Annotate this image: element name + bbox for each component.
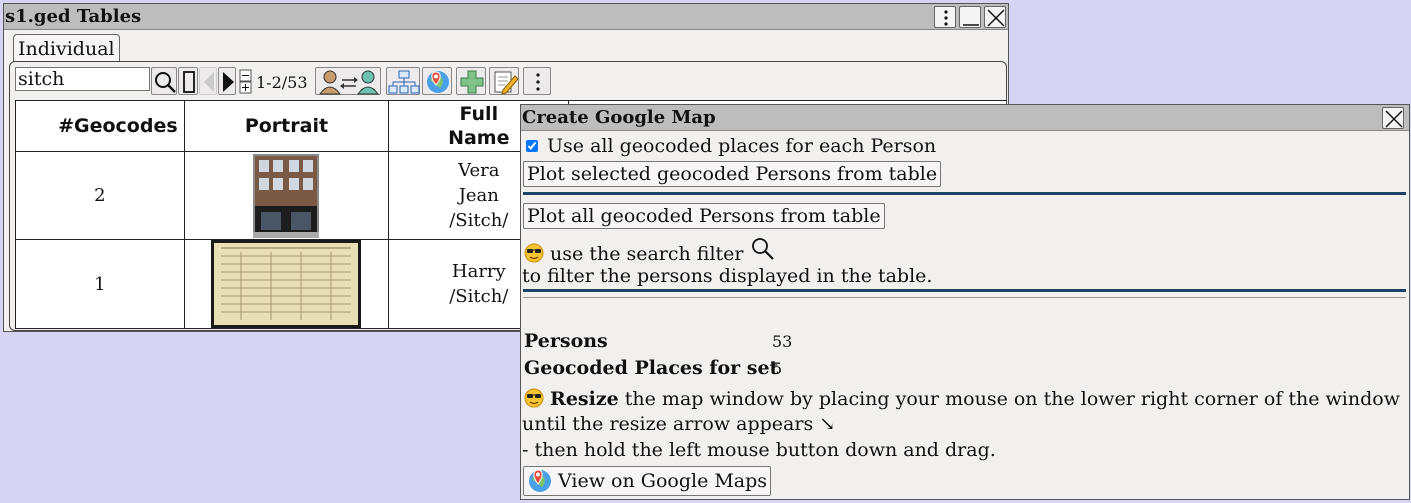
view-on-google-maps-button[interactable]: View on Google Maps	[523, 466, 772, 496]
add-icon	[460, 70, 484, 94]
search-icon	[751, 238, 774, 260]
previous-button[interactable]	[199, 67, 217, 95]
edit-icon	[494, 71, 519, 95]
dialog-titlebar[interactable]: Create Google Map	[521, 105, 1409, 131]
full-name-text: Harry /Sitch/	[449, 261, 509, 307]
house-photo-image	[253, 153, 320, 238]
separator	[523, 192, 1406, 195]
column-header-full-name-text: Full Name	[448, 103, 510, 149]
next-button[interactable]	[218, 67, 236, 95]
close-icon	[1385, 110, 1403, 128]
resize-hint-line-2: until the resize arrow appears ↘	[522, 413, 836, 435]
use-all-places-row: Use all geocoded places for each Person	[524, 135, 936, 157]
more-options-button[interactable]	[934, 6, 956, 28]
use-all-places-checkbox[interactable]	[526, 140, 538, 152]
dialog-close-button[interactable]	[1382, 107, 1404, 129]
close-icon	[987, 9, 1005, 27]
record-range: 1-2/53	[256, 73, 308, 92]
persons-value: 53	[772, 332, 793, 351]
window-title: s1.ged Tables	[5, 6, 142, 27]
resize-bold-text: Resize	[550, 388, 619, 410]
view-on-google-maps-label: View on Google Maps	[558, 470, 768, 492]
filter-hint-text: use the search filter	[550, 243, 744, 265]
full-name-text: Vera Jean /Sitch/	[449, 160, 509, 231]
edit-button[interactable]	[489, 67, 519, 95]
cool-emoji-icon	[524, 388, 544, 408]
prev-icon	[204, 72, 214, 92]
window-titlebar[interactable]: s1.ged Tables	[4, 4, 1008, 30]
portrait-cell	[183, 151, 390, 240]
plot-selected-button[interactable]: Plot selected geocoded Persons from tabl…	[523, 161, 942, 187]
resize-hint-line-3: - then hold the left mouse button down a…	[522, 439, 996, 461]
map-pin-icon	[529, 469, 551, 492]
tree-icon	[388, 70, 420, 94]
more-icon	[944, 10, 948, 26]
column-icon	[183, 71, 195, 93]
resize-hint-line-1: Resize the map window by placing your mo…	[524, 388, 1400, 410]
next-icon	[223, 72, 234, 92]
search-button[interactable]	[151, 67, 177, 95]
swap-person-icon	[319, 70, 379, 95]
column-header-portrait[interactable]: Portrait	[183, 100, 390, 152]
dialog-title: Create Google Map	[522, 107, 716, 128]
minimize-icon	[963, 24, 979, 26]
column-header-geocodes[interactable]: #Geocodes	[15, 100, 185, 152]
more-icon	[536, 73, 540, 91]
cool-emoji-icon	[524, 243, 544, 263]
census-document-image	[211, 240, 362, 328]
swap-person-button[interactable]	[315, 67, 381, 95]
search-input[interactable]: sitch	[15, 67, 150, 91]
separator	[523, 297, 1406, 298]
minimize-button[interactable]	[959, 6, 981, 28]
tab-individual[interactable]: Individual	[13, 34, 120, 62]
resize-text: the map window by placing your mouse on …	[624, 388, 1400, 410]
geocoded-places-value: 5	[772, 359, 783, 378]
create-google-map-dialog: Create Google Map Use all geocoded place…	[520, 104, 1410, 500]
portrait-cell	[183, 239, 390, 329]
geocodes-cell: 2	[15, 151, 185, 240]
column-button[interactable]	[178, 67, 198, 95]
expand-icon	[239, 69, 252, 94]
search-icon	[155, 72, 176, 93]
plot-all-button[interactable]: Plot all geocoded Persons from table	[523, 203, 885, 229]
add-button[interactable]	[456, 67, 486, 95]
geocoded-places-label: Geocoded Places for set	[524, 357, 779, 379]
separator	[523, 289, 1406, 292]
persons-label: Persons	[524, 330, 608, 352]
use-all-places-label: Use all geocoded places for each Person	[547, 135, 937, 157]
filter-hint-line-1: use the search filter	[524, 236, 776, 265]
tree-view-button[interactable]	[386, 67, 420, 95]
close-button[interactable]	[984, 6, 1006, 28]
map-button[interactable]	[422, 67, 452, 95]
geocodes-cell: 1	[15, 239, 185, 329]
filter-hint-line-2: to filter the persons displayed in the t…	[522, 265, 933, 287]
map-pin-icon	[427, 71, 449, 93]
table-more-button[interactable]	[523, 67, 551, 95]
expand-collapse-control[interactable]	[239, 69, 253, 95]
